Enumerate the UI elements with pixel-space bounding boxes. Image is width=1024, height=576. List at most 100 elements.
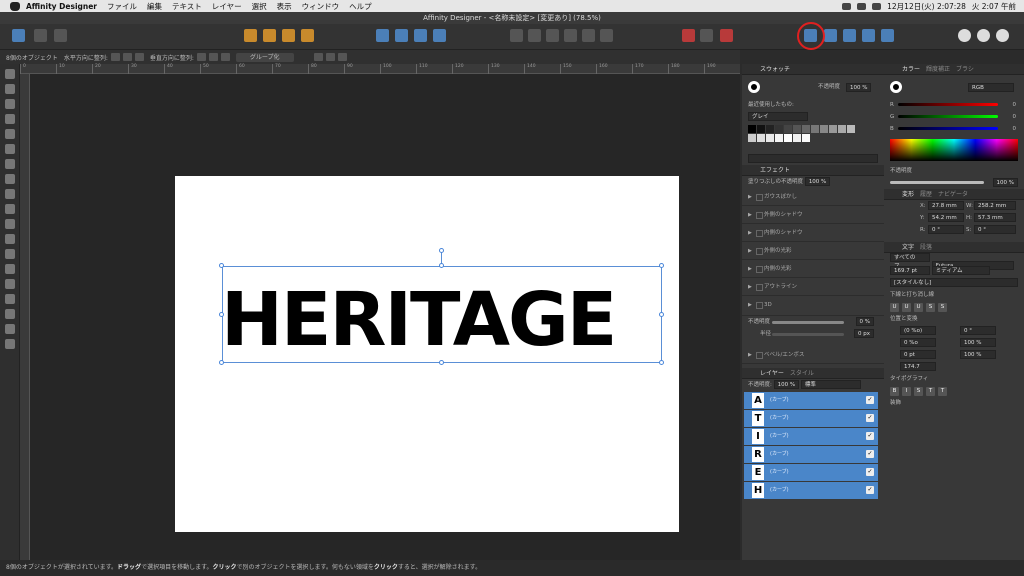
swatch-search-input[interactable]: [748, 154, 878, 163]
shape-tool-icon[interactable]: [5, 279, 15, 289]
crop-tool-icon[interactable]: [5, 219, 15, 229]
blue-value[interactable]: 0: [1013, 123, 1017, 135]
halign-left-icon[interactable]: [110, 53, 120, 61]
horizontal-scale-field[interactable]: 100 %: [960, 350, 996, 359]
designer-persona-icon[interactable]: [12, 29, 25, 42]
export-persona-icon[interactable]: [54, 29, 67, 42]
green-value[interactable]: 0: [1013, 111, 1017, 123]
valign-bottom-icon[interactable]: [220, 53, 230, 61]
resize-handle[interactable]: [439, 360, 444, 365]
x-field[interactable]: 27.8 mm: [928, 201, 964, 210]
arrange-front-icon[interactable]: [301, 29, 314, 42]
align-bottom-icon[interactable]: [600, 29, 613, 42]
align-center-icon[interactable]: [528, 29, 541, 42]
width-field[interactable]: 258.2 mm: [974, 201, 1016, 210]
rotation-field[interactable]: 0 °: [928, 225, 964, 234]
snapping-magnet-icon[interactable]: [720, 29, 733, 42]
layer-visible-checkbox[interactable]: ✓: [866, 450, 874, 458]
tab-character[interactable]: 文字: [902, 244, 914, 251]
menu-text[interactable]: テキスト: [172, 1, 202, 12]
color-header[interactable]: カラー 輝度補正 ブラシ: [884, 64, 1024, 75]
flip-vertical-icon[interactable]: [395, 29, 408, 42]
align-left-icon[interactable]: [510, 29, 523, 42]
dropbox-icon[interactable]: [842, 2, 852, 10]
effect-3d[interactable]: 3D: [742, 296, 884, 316]
tab-swatches[interactable]: スウォッチ: [760, 66, 790, 73]
snapping-grid-icon[interactable]: [682, 29, 695, 42]
y-field[interactable]: 54.2 mm: [928, 213, 964, 222]
kerning-field[interactable]: (0 %o): [900, 326, 936, 335]
green-slider[interactable]: [898, 115, 998, 118]
tab-brushes[interactable]: ブラシ: [956, 66, 974, 73]
tab-layers[interactable]: レイヤー: [760, 370, 784, 377]
color-opacity-slider[interactable]: [890, 181, 984, 184]
layer-visible-checkbox[interactable]: ✓: [866, 486, 874, 494]
insert-front-icon[interactable]: [996, 29, 1009, 42]
font-scope-select[interactable]: すべてのフ...: [890, 253, 930, 269]
pencil-tool-icon[interactable]: [5, 144, 15, 154]
effect-bevel[interactable]: ベベル/エンボス: [742, 346, 884, 364]
snapping-options-icon[interactable]: [700, 29, 713, 42]
layer-visible-checkbox[interactable]: ✓: [866, 396, 874, 404]
effect-inner-glow[interactable]: 内側の光彩: [742, 260, 884, 278]
arrange-backward-icon[interactable]: [263, 29, 276, 42]
color-spectrum[interactable]: [890, 139, 1018, 161]
swatches-header[interactable]: スウォッチ: [742, 64, 884, 75]
tab-transform[interactable]: 変形: [902, 191, 914, 198]
transform-header[interactable]: 変形 履歴 ナビゲータ: [884, 189, 1024, 200]
rotate-right-icon[interactable]: [433, 29, 446, 42]
swatch-grid[interactable]: [742, 123, 884, 144]
color-mode-select[interactable]: RGB: [968, 83, 1014, 92]
blend-mode-select[interactable]: 標準: [800, 380, 861, 389]
insert-inside-icon[interactable]: [958, 29, 971, 42]
red-slider[interactable]: [898, 103, 998, 106]
layer-row[interactable]: H (カーブ) ✓: [744, 482, 878, 499]
transparency-tool-icon[interactable]: [5, 189, 15, 199]
move-tool-icon[interactable]: [5, 69, 15, 79]
eyedropper-tool-icon[interactable]: [5, 309, 15, 319]
resize-handle[interactable]: [219, 263, 224, 268]
layer-visible-checkbox[interactable]: ✓: [866, 432, 874, 440]
boolean-divide-icon[interactable]: [881, 29, 894, 42]
wifi-icon[interactable]: [857, 2, 867, 10]
baseline-shift-field[interactable]: 0 pt: [900, 350, 936, 359]
menu-datetime[interactable]: 12月12日(火) 2:07:28: [887, 1, 966, 12]
tracking-field[interactable]: 0 %o: [900, 338, 936, 347]
boolean-intersect-icon[interactable]: [843, 29, 856, 42]
arrange-forward-icon[interactable]: [282, 29, 295, 42]
rotate-left-icon[interactable]: [414, 29, 427, 42]
3d-radius-slider[interactable]: [772, 333, 844, 336]
color-well-icon[interactable]: [890, 80, 902, 93]
valign-middle-icon[interactable]: [208, 53, 218, 61]
opacity-field[interactable]: 100 %: [846, 83, 872, 92]
tab-styles[interactable]: スタイル: [790, 370, 814, 377]
boolean-xor-icon[interactable]: [862, 29, 875, 42]
skew-field[interactable]: 0 °: [960, 326, 996, 335]
ungroup-icon[interactable]: [325, 53, 335, 61]
battery-icon[interactable]: [872, 2, 882, 10]
resize-handle[interactable]: [439, 263, 444, 268]
menu-app-name[interactable]: Affinity Designer: [26, 2, 97, 11]
insert-behind-icon[interactable]: [977, 29, 990, 42]
menu-layer[interactable]: レイヤー: [212, 1, 242, 12]
place-image-icon[interactable]: [5, 204, 15, 214]
3d-opacity-field[interactable]: 0 %: [855, 317, 874, 326]
rotation-handle[interactable]: [439, 248, 444, 253]
fill-tool-icon[interactable]: [5, 174, 15, 184]
halign-center-icon[interactable]: [122, 53, 132, 61]
effect-outline[interactable]: アウトライン: [742, 278, 884, 296]
tab-effects[interactable]: エフェクト: [760, 167, 790, 174]
layer-row[interactable]: A (カーブ) ✓: [744, 392, 878, 409]
pen-tool-icon[interactable]: [5, 129, 15, 139]
brush-tool-icon[interactable]: [5, 159, 15, 169]
layer-row[interactable]: I (カーブ) ✓: [744, 428, 878, 445]
menu-select[interactable]: 選択: [252, 1, 267, 12]
transform-origin-icon[interactable]: [313, 53, 323, 61]
menu-edit[interactable]: 編集: [147, 1, 162, 12]
boolean-subtract-icon[interactable]: [824, 29, 837, 42]
rectangle-tool-icon[interactable]: [5, 234, 15, 244]
pixel-persona-icon[interactable]: [34, 29, 47, 42]
rotate-icon[interactable]: [337, 53, 347, 61]
effect-gaussian-blur[interactable]: ガウスぼかし: [742, 188, 884, 206]
corner-tool-icon[interactable]: [5, 114, 15, 124]
